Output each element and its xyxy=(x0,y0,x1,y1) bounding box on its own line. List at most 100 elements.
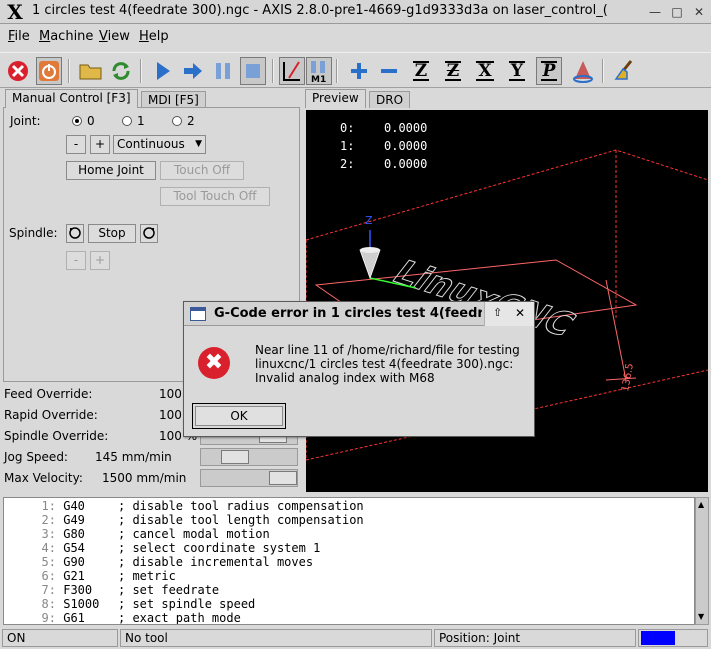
spindle-cw-button[interactable] xyxy=(140,224,158,243)
menu-file[interactable]: File xyxy=(8,29,30,44)
code-line: 1: G40 xyxy=(41,499,85,513)
tab-mdi[interactable]: MDI [F5] xyxy=(141,91,206,107)
slider-thumb[interactable] xyxy=(269,471,297,485)
error-icon: ✖ xyxy=(198,347,230,379)
max-velocity-value: 1500 mm/min xyxy=(102,471,187,485)
code-comment: ; cancel modal motion xyxy=(118,527,270,541)
dialog-title-bar: G-Code error in 1 circles test 4(feedrat… xyxy=(184,302,534,326)
view-p-label: P xyxy=(540,61,558,81)
z-axis-label: Z xyxy=(365,214,373,227)
stop-button[interactable] xyxy=(240,57,266,85)
estop-button[interactable] xyxy=(5,57,31,85)
dialog-message-line-3: Invalid analog index with M68 xyxy=(255,371,435,385)
code-comment: ; set spindle speed xyxy=(118,597,256,611)
scroll-down-icon[interactable]: ▼ xyxy=(698,612,704,621)
optional-stop-toggle[interactable]: M1 xyxy=(306,57,332,85)
touch-off-button[interactable]: Touch Off xyxy=(160,161,244,180)
zoom-out-button[interactable] xyxy=(376,57,402,85)
code-line: 9: G61 xyxy=(41,611,85,625)
rotate-view-button[interactable] xyxy=(570,57,596,85)
machine-power-button[interactable] xyxy=(36,57,62,85)
dialog-title-buttons: ⇧ ✕ xyxy=(484,302,534,326)
joint-radio-1[interactable] xyxy=(122,116,132,126)
tool-touch-off-button[interactable]: Tool Touch Off xyxy=(160,187,270,206)
joint-radio-label-2: 2 xyxy=(187,114,195,128)
status-indicator xyxy=(641,631,675,645)
menu-view[interactable]: View xyxy=(99,29,130,44)
view-z2-button[interactable]: Z xyxy=(440,57,466,85)
joint-radio-label-1: 1 xyxy=(137,114,145,128)
jog-speed-value: 145 mm/min xyxy=(95,450,172,464)
max-velocity-slider[interactable] xyxy=(200,469,298,487)
code-line: 4: G54 xyxy=(41,541,85,555)
spindle-plus-button[interactable]: + xyxy=(90,251,110,270)
code-comment: ; disable tool length compensation xyxy=(118,513,364,527)
dialog-up-icon[interactable]: ⇧ xyxy=(493,306,502,319)
spindle-ccw-button[interactable] xyxy=(66,224,84,243)
minimize-icon[interactable]: — xyxy=(646,3,664,21)
zoom-in-button[interactable] xyxy=(346,57,372,85)
view-z-label: Z xyxy=(412,61,430,81)
dro-axis-1: 1: xyxy=(340,139,355,153)
jog-speed-slider[interactable] xyxy=(200,448,298,466)
joint-label: Joint: xyxy=(10,114,41,128)
clear-plot-button[interactable] xyxy=(612,57,638,85)
code-scrollbar[interactable]: ▲ ▼ xyxy=(695,497,709,625)
jog-mode-select[interactable]: Continuous ▼ xyxy=(113,135,206,154)
dro-axis-0: 0: xyxy=(340,121,355,135)
tab-manual-control[interactable]: Manual Control [F3] xyxy=(5,89,138,108)
slider-thumb[interactable] xyxy=(221,450,249,464)
status-indicator-cell xyxy=(638,629,708,647)
zoom-in-icon xyxy=(351,63,367,79)
toolbar-separator xyxy=(68,59,70,83)
close-icon[interactable]: ✕ xyxy=(690,3,708,21)
menu-machine[interactable]: Machine xyxy=(39,29,93,44)
stop-icon xyxy=(246,64,260,78)
dialog-close-icon[interactable]: ✕ xyxy=(515,306,525,320)
joint-radio-0[interactable] xyxy=(72,116,82,126)
code-comment: ; disable incremental moves xyxy=(118,555,314,569)
view-x-label: X xyxy=(476,61,494,81)
gcode-error-dialog: G-Code error in 1 circles test 4(feedrat… xyxy=(183,301,535,437)
view-y-button[interactable]: Y xyxy=(504,57,530,85)
jog-minus-button[interactable]: - xyxy=(66,135,86,154)
code-comment: ; select coordinate system 1 xyxy=(118,541,321,555)
feed-override-label: Feed Override: xyxy=(4,387,93,401)
tab-preview[interactable]: Preview xyxy=(305,89,366,108)
block-delete-toggle[interactable] xyxy=(279,57,305,85)
view-z-button[interactable]: Z xyxy=(408,57,434,85)
joint-radio-label-0: 0 xyxy=(87,114,95,128)
scroll-up-icon[interactable]: ▲ xyxy=(698,500,704,509)
joint-radio-2[interactable] xyxy=(172,116,182,126)
menu-bar: File Machine View Help xyxy=(0,26,711,48)
step-button[interactable] xyxy=(180,57,206,85)
menu-help[interactable]: Help xyxy=(139,29,169,44)
tab-dro[interactable]: DRO xyxy=(369,91,411,108)
pause-button[interactable] xyxy=(210,57,236,85)
play-icon xyxy=(157,62,170,80)
reload-button[interactable] xyxy=(108,57,134,85)
run-button[interactable] xyxy=(150,57,176,85)
view-x-button[interactable]: X xyxy=(472,57,498,85)
view-p-button[interactable]: P xyxy=(536,57,562,85)
code-line: 5: G90 xyxy=(41,555,85,569)
maximize-icon[interactable]: □ xyxy=(668,3,686,21)
rotate-ccw-icon xyxy=(69,227,81,239)
status-tool: No tool xyxy=(120,629,432,647)
view-z2-label: Z xyxy=(444,61,462,81)
open-file-button[interactable] xyxy=(78,57,104,85)
rotate-cone-icon xyxy=(573,61,593,83)
jog-speed-label: Jog Speed: xyxy=(4,450,68,464)
spindle-stop-button[interactable]: Stop xyxy=(88,224,136,243)
ok-button[interactable]: OK xyxy=(195,406,283,426)
pause-icon xyxy=(216,63,230,79)
jog-plus-button[interactable]: + xyxy=(90,135,110,154)
dialog-message-line-2: linuxcnc/1 circles test 4(feedrate 300).… xyxy=(255,357,514,371)
home-joint-button[interactable]: Home Joint xyxy=(66,161,156,180)
spindle-minus-button[interactable]: - xyxy=(66,251,86,270)
code-comment: ; metric xyxy=(118,569,176,583)
x-logo-icon: X xyxy=(7,0,23,24)
gcode-text-area[interactable]: 1: G40 ; disable tool radius compensatio… xyxy=(3,497,695,625)
code-line: 3: G80 xyxy=(41,527,85,541)
status-machine-state: ON xyxy=(2,629,118,647)
